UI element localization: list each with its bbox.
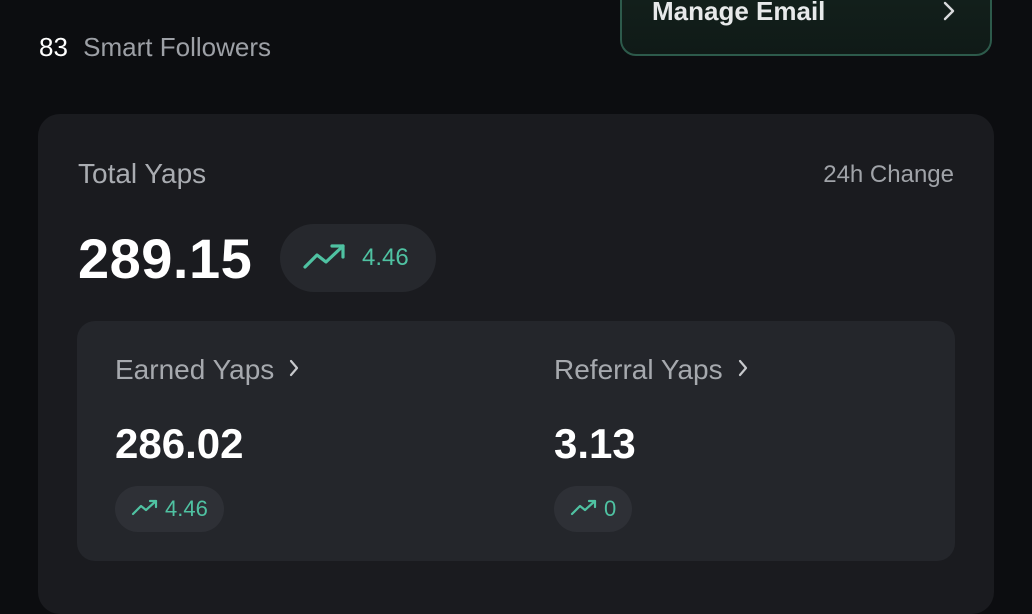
- change-period-label: 24h Change: [823, 161, 954, 188]
- trending-up-icon: [131, 497, 165, 522]
- referral-yaps-value: 3.13: [554, 420, 636, 467]
- total-change-value: 4.46: [362, 244, 409, 271]
- smart-followers: 83 Smart Followers: [39, 30, 271, 64]
- trending-up-icon: [302, 241, 362, 276]
- manage-email-button[interactable]: Manage Email: [620, 0, 992, 56]
- earned-change-badge: 4.46: [115, 486, 224, 532]
- card-header: Total Yaps 24h Change: [78, 158, 954, 190]
- referral-yaps-link[interactable]: Referral Yaps: [554, 353, 749, 387]
- manage-email-label: Manage Email: [652, 0, 826, 26]
- smart-followers-count: 83: [39, 32, 68, 62]
- smart-followers-label: Smart Followers: [83, 32, 271, 62]
- referral-yaps-label: Referral Yaps: [554, 354, 723, 385]
- chevron-right-icon: [288, 358, 300, 383]
- total-yaps-card: Total Yaps 24h Change 289.15 4.46 Earned…: [38, 114, 994, 614]
- earned-yaps-link[interactable]: Earned Yaps: [115, 353, 300, 387]
- total-change-badge: 4.46: [280, 224, 436, 292]
- yaps-breakdown: Earned Yaps 286.02 4.46 Referral Yaps 3.…: [77, 321, 955, 561]
- referral-yaps-section: Referral Yaps 3.13 0: [554, 321, 954, 561]
- earned-yaps-label: Earned Yaps: [115, 354, 275, 385]
- chevron-right-icon: [737, 358, 749, 383]
- earned-yaps-value: 286.02: [115, 420, 244, 467]
- chevron-right-icon: [938, 0, 960, 26]
- total-yaps-value: 289.15: [78, 227, 253, 290]
- referral-change-value: 0: [604, 496, 617, 521]
- total-yaps-label: Total Yaps: [78, 158, 207, 189]
- earned-yaps-section: Earned Yaps 286.02 4.46: [115, 321, 515, 561]
- trending-up-icon: [570, 497, 604, 522]
- earned-change-value: 4.46: [165, 496, 208, 521]
- referral-change-badge: 0: [554, 486, 633, 532]
